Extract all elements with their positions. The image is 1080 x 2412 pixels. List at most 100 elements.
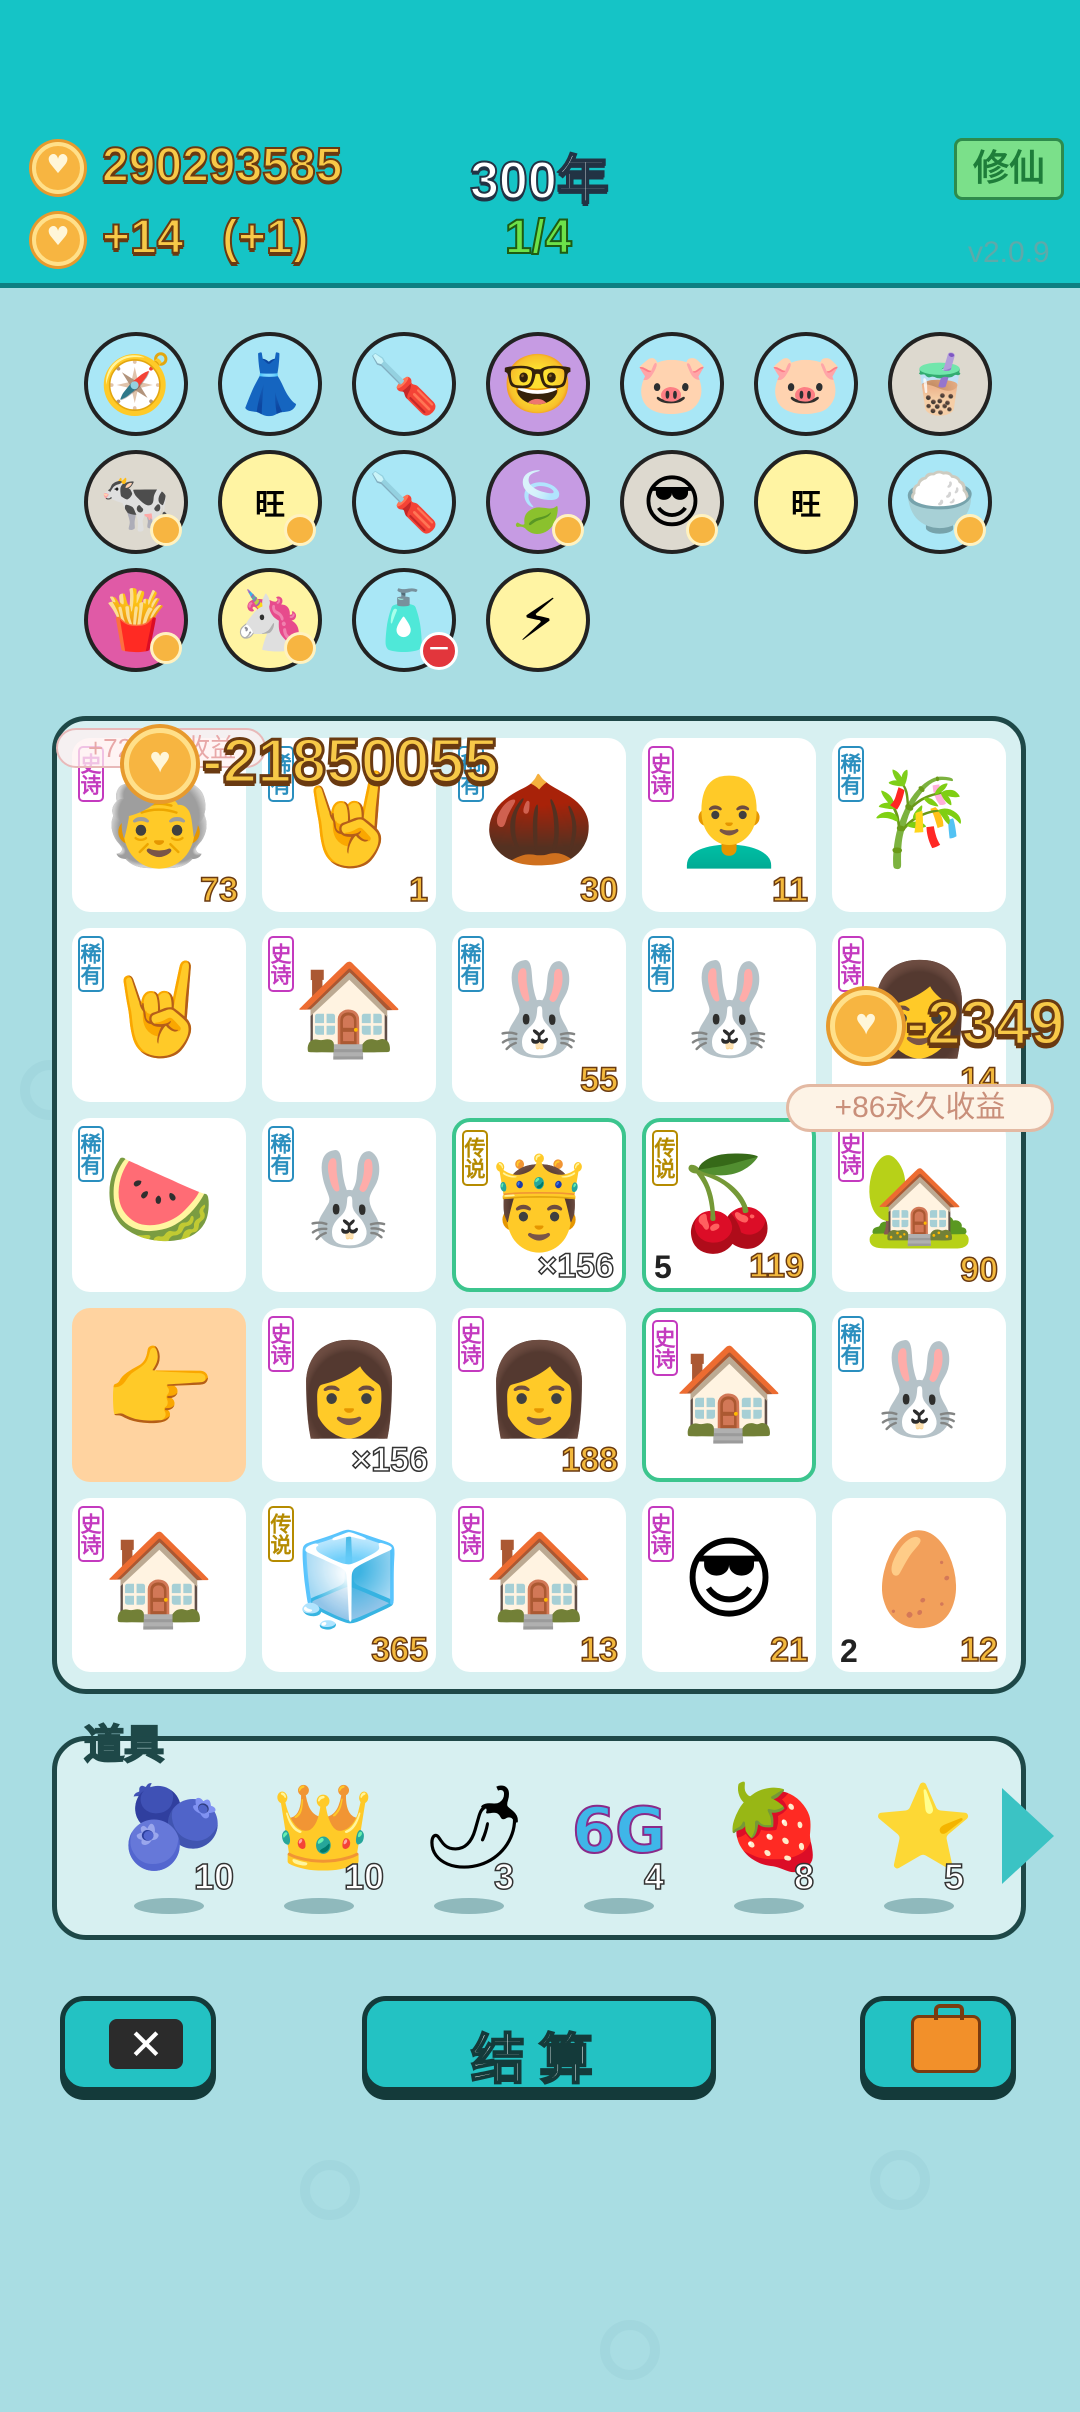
- tool-item[interactable]: 6G 4: [562, 1780, 692, 1914]
- coin-badge-icon: [150, 514, 182, 546]
- round-progress: 1/4: [504, 210, 573, 265]
- cell-counter: 21: [769, 1630, 808, 1670]
- remove-button[interactable]: ✕: [60, 1996, 216, 2092]
- cell-counter: 188: [561, 1440, 619, 1480]
- gas-canister-icon[interactable]: 🧴 −: [352, 568, 458, 672]
- board-cell[interactable]: 🎋 稀有: [832, 738, 1006, 912]
- rarity-tag: 稀有: [78, 1126, 104, 1182]
- cell-counter: 73: [199, 870, 238, 910]
- cultivate-button[interactable]: 修仙: [954, 138, 1064, 200]
- air-pump-icon[interactable]: 🪛: [352, 450, 456, 554]
- rarity-tag: 史诗: [458, 1506, 484, 1562]
- air-pump-icon[interactable]: 🪛: [352, 332, 456, 436]
- next-page-arrow-icon[interactable]: [1002, 1788, 1054, 1884]
- wang-wang-icon[interactable]: 旺: [754, 450, 858, 554]
- board-cell[interactable]: 🐰 稀有: [832, 1308, 1006, 1482]
- close-icon: ✕: [109, 2019, 183, 2069]
- cell-counter: 11: [771, 870, 808, 910]
- coin-badge-icon: [686, 514, 718, 546]
- rarity-tag: 史诗: [268, 1316, 294, 1372]
- coin-loss-popup: -21850055: [201, 726, 500, 798]
- board-cell[interactable]: 👩 史诗 188: [452, 1308, 626, 1482]
- rarity-tag: 稀有: [838, 746, 864, 802]
- background-ring: [300, 2160, 360, 2220]
- board-cell[interactable]: 🍒 传说 119 5: [642, 1118, 816, 1292]
- tool-item[interactable]: 👑 10: [262, 1780, 392, 1914]
- leaf-icon[interactable]: 🍃: [486, 450, 590, 554]
- rarity-tag: 史诗: [648, 1506, 674, 1562]
- version-label: v2.0.9: [968, 236, 1050, 269]
- inventory-button[interactable]: [860, 1996, 1016, 2092]
- board-cell[interactable]: 🏠 史诗 13: [452, 1498, 626, 1672]
- board-cell[interactable]: 🤘 稀有: [72, 928, 246, 1102]
- unicorn-icon[interactable]: 🦄: [218, 568, 322, 672]
- pointing-hand-icon: 👉: [102, 1337, 216, 1442]
- piggy-bank-icon[interactable]: 🐷: [620, 332, 724, 436]
- cell-counter: 55: [579, 1060, 618, 1100]
- briefcase-icon: [911, 2004, 981, 2073]
- sunglasses-cat-icon[interactable]: 😎: [620, 450, 724, 554]
- settle-button[interactable]: 结算: [362, 1996, 716, 2092]
- income-per-turn: +14: [101, 210, 184, 265]
- rice-bowl-icon[interactable]: 🍚: [888, 450, 992, 554]
- tool-item[interactable]: 🫐 10: [112, 1780, 242, 1914]
- coin-icon: [124, 728, 196, 800]
- board-cell[interactable]: 🍉 稀有: [72, 1118, 246, 1292]
- board-cell[interactable]: 🏡 史诗 90: [832, 1118, 1006, 1292]
- income-bonus: (+1): [221, 210, 310, 265]
- board-cell[interactable]: 🏠 史诗: [262, 928, 436, 1102]
- rarity-tag: 史诗: [458, 1316, 484, 1372]
- board-cell[interactable]: 😎 史诗 21: [642, 1498, 816, 1672]
- wang-wang-icon[interactable]: 旺: [218, 450, 322, 554]
- background-ring: [600, 2320, 660, 2380]
- tool-item[interactable]: ⭐ 5: [862, 1780, 992, 1914]
- board-cell[interactable]: 🐰 稀有 55: [452, 928, 626, 1102]
- board-cell[interactable]: 🏠 史诗: [642, 1308, 816, 1482]
- board-cell[interactable]: 🥚 12 2: [832, 1498, 1006, 1672]
- coin-icon: [32, 142, 84, 194]
- french-fries-icon[interactable]: 🍟: [84, 568, 188, 672]
- cell-counter: 119: [748, 1246, 804, 1286]
- board-cell[interactable]: 👩 史诗 ×156: [262, 1308, 436, 1482]
- skirt-icon[interactable]: 👗: [218, 332, 322, 436]
- cell-counter: 1: [408, 870, 428, 910]
- board-cell[interactable]: 🤴 传说 ×156: [452, 1118, 626, 1292]
- rarity-tag: 稀有: [78, 936, 104, 992]
- coin-icon: [830, 990, 902, 1062]
- rarity-tag: 史诗: [838, 936, 864, 992]
- board-cell[interactable]: 🐰 稀有: [262, 1118, 436, 1292]
- cell-counter: 13: [579, 1630, 618, 1670]
- cell-counter: 90: [959, 1250, 998, 1290]
- bubble-tea-icon[interactable]: 🧋: [888, 332, 992, 436]
- math-nerd-icon[interactable]: 🤓: [486, 332, 590, 436]
- board-cell[interactable]: 🏠 史诗: [72, 1498, 246, 1672]
- lightning-icon[interactable]: ⚡: [486, 568, 590, 672]
- board-cell[interactable]: 🧊 传说 365: [262, 1498, 436, 1672]
- tool-shadow: [884, 1898, 954, 1914]
- rarity-tag: 史诗: [838, 1126, 864, 1182]
- rarity-tag: 传说: [462, 1130, 488, 1186]
- piggy-bank-icon[interactable]: 🐷: [754, 332, 858, 436]
- tool-shadow: [734, 1898, 804, 1914]
- remove-badge-icon: −: [420, 632, 458, 670]
- rarity-tag: 史诗: [648, 746, 674, 802]
- rarity-tag: 传说: [652, 1130, 678, 1186]
- tool-item[interactable]: 🌶 3: [412, 1780, 542, 1914]
- tool-count: 5: [943, 1855, 965, 1898]
- cell-counter: 12: [959, 1630, 998, 1670]
- tool-item[interactable]: 🍓 8: [712, 1780, 842, 1914]
- coin-badge-icon: [552, 514, 584, 546]
- tool-shadow: [284, 1898, 354, 1914]
- coin-loss-popup: -2349: [905, 988, 1067, 1060]
- tool-count: 10: [193, 1855, 235, 1898]
- board-cell[interactable]: 👨‍🦲 史诗 11: [642, 738, 816, 912]
- board-cell[interactable]: 🐰 稀有: [642, 928, 816, 1102]
- board-cell[interactable]: 👉: [72, 1308, 246, 1482]
- coin-icon: [32, 214, 84, 266]
- coin-badge-icon: [284, 632, 316, 664]
- rarity-tag: 史诗: [652, 1320, 678, 1376]
- cows-icon[interactable]: 🐄: [84, 450, 188, 554]
- compass-icon[interactable]: 🧭: [84, 332, 188, 436]
- cell-counter: 365: [371, 1630, 429, 1670]
- background-ring: [870, 2150, 930, 2210]
